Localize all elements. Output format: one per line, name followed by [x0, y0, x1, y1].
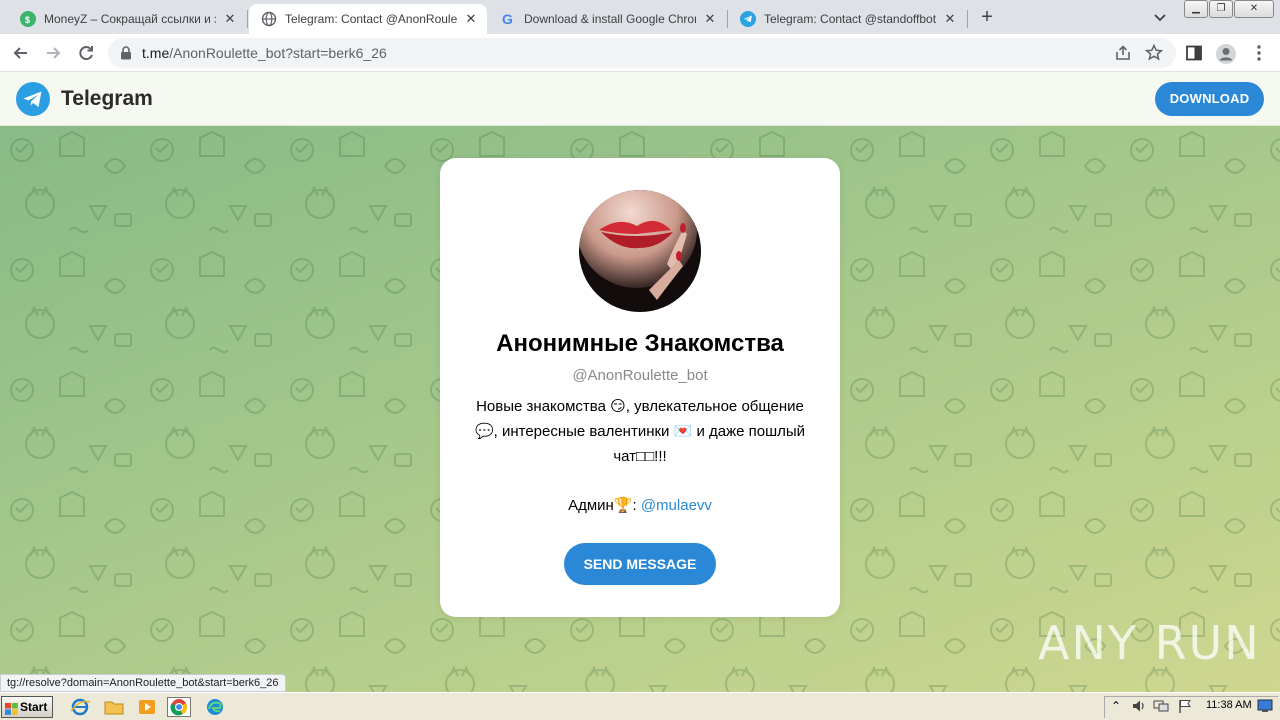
address-bar[interactable]: t.me/AnonRoulette_bot?start=berk6_26 — [108, 38, 1176, 68]
bookmark-star-icon[interactable] — [1144, 43, 1164, 63]
send-message-button[interactable]: SEND MESSAGE — [564, 543, 716, 585]
action-center-flag-icon[interactable] — [1177, 698, 1193, 719]
telegram-logo-icon[interactable] — [16, 82, 50, 116]
media-player-icon[interactable] — [135, 697, 159, 717]
tab-telegram-standoff[interactable]: Telegram: Contact @standoffbot ✕ — [728, 4, 966, 34]
contact-card: Анонимные Знакомства @AnonRoulette_bot Н… — [440, 158, 840, 617]
share-icon[interactable] — [1113, 43, 1133, 63]
kebab-menu-icon[interactable] — [1249, 43, 1269, 63]
restore-window-icon[interactable]: ❐ — [1209, 0, 1233, 18]
chrome-taskbar-icon[interactable] — [167, 697, 191, 717]
tab-close-icon[interactable]: ✕ — [702, 11, 718, 27]
reload-icon[interactable] — [75, 42, 97, 64]
file-explorer-icon[interactable] — [102, 697, 126, 717]
tab-divider — [967, 10, 968, 28]
show-desktop-icon[interactable] — [1257, 699, 1273, 718]
new-tab-button[interactable]: + — [976, 6, 998, 28]
admin-mention-link[interactable]: @mulaevv — [641, 497, 712, 514]
tab-close-icon[interactable]: ✕ — [463, 11, 479, 27]
url-text: t.me/AnonRoulette_bot?start=berk6_26 — [142, 45, 387, 61]
bot-description: Новые знакомства 😏, увлекательное общени… — [460, 394, 820, 469]
minimize-window-icon[interactable]: ▁ — [1184, 0, 1208, 18]
telegram-brand[interactable]: Telegram — [61, 87, 153, 111]
windows-flag-icon — [5, 701, 18, 715]
svg-text:G: G — [502, 11, 513, 27]
tab-search-chevron-icon[interactable] — [1151, 8, 1169, 26]
description-line: чат□□!!! — [613, 448, 667, 465]
close-window-icon[interactable]: ✕ — [1234, 0, 1274, 18]
tab-title: Telegram: Contact @AnonRoulette_bot — [285, 12, 457, 26]
back-arrow-icon[interactable] — [10, 42, 32, 64]
telegram-page: Telegram DOWNLOAD Анонимные Знакомства @… — [0, 72, 1280, 692]
download-button[interactable]: DOWNLOAD — [1155, 82, 1264, 116]
watermark-text: ANY RUN — [1038, 616, 1261, 670]
description-line: Новые знакомства 😏, увлекательное общени… — [476, 398, 804, 415]
tab-google-chrome[interactable]: G Download & install Google Chrome - Goo… — [488, 4, 726, 34]
tab-close-icon[interactable]: ✕ — [942, 11, 958, 27]
profile-avatar-icon[interactable] — [1215, 43, 1236, 64]
anyrun-watermark: ANY RUN — [1038, 608, 1261, 678]
telegram-header: Telegram DOWNLOAD — [0, 72, 1280, 126]
url-path: /AnonRoulette_bot?start=berk6_26 — [169, 45, 387, 61]
bot-admin-line: Админ🏆: @mulaevv — [440, 496, 840, 514]
show-hidden-icons-chevron-icon[interactable]: ⌃ — [1111, 699, 1121, 713]
network-icon[interactable] — [1153, 698, 1169, 719]
tab-telegram-anonroulette[interactable]: Telegram: Contact @AnonRoulette_bot ✕ — [249, 4, 487, 34]
url-host: t.me — [142, 45, 170, 61]
tab-title: Download & install Google Chrome - Googl… — [524, 12, 696, 26]
start-label: Start — [20, 700, 48, 714]
bot-username: @AnonRoulette_bot — [572, 367, 708, 384]
forward-arrow-icon[interactable] — [42, 42, 64, 64]
lock-icon[interactable] — [120, 46, 132, 65]
telegram-favicon-icon — [740, 11, 756, 27]
svg-text:$: $ — [25, 15, 30, 24]
browser-tab-strip: $ MoneyZ – Сокращай ссылки и зарабатывай… — [0, 0, 1280, 34]
tab-title: Telegram: Contact @standoffbot — [764, 12, 936, 26]
link-status-bubble: tg://resolve?domain=AnonRoulette_bot&sta… — [0, 674, 286, 692]
google-favicon-icon: G — [500, 11, 516, 27]
taskbar-clock[interactable]: 11:38 AM — [1206, 699, 1252, 711]
tab-moneyz[interactable]: $ MoneyZ – Сокращай ссылки и зарабатывай… — [8, 4, 246, 34]
description-line: 💬, интересные валентинки 💌 и даже пошлый — [474, 423, 806, 440]
tab-title: MoneyZ – Сокращай ссылки и зарабатывай — [44, 12, 216, 26]
admin-label: Админ🏆: — [568, 497, 641, 514]
tab-divider — [247, 10, 248, 28]
edge-icon[interactable] — [203, 697, 227, 717]
tab-close-icon[interactable]: ✕ — [222, 11, 238, 27]
internet-explorer-icon[interactable] — [68, 697, 92, 717]
moneyz-favicon-icon: $ — [20, 11, 36, 27]
windows-taskbar: Start ⌃ 11:38 AM — [0, 692, 1280, 720]
globe-favicon-icon — [261, 11, 277, 27]
side-panel-icon[interactable] — [1184, 43, 1204, 63]
bot-avatar — [579, 190, 701, 312]
start-button[interactable]: Start — [1, 696, 53, 718]
browser-toolbar: t.me/AnonRoulette_bot?start=berk6_26 — [0, 34, 1280, 72]
system-tray: ⌃ — [1104, 696, 1278, 718]
speaker-icon[interactable] — [1131, 698, 1147, 719]
bot-display-name: Анонимные Знакомства — [496, 330, 784, 357]
